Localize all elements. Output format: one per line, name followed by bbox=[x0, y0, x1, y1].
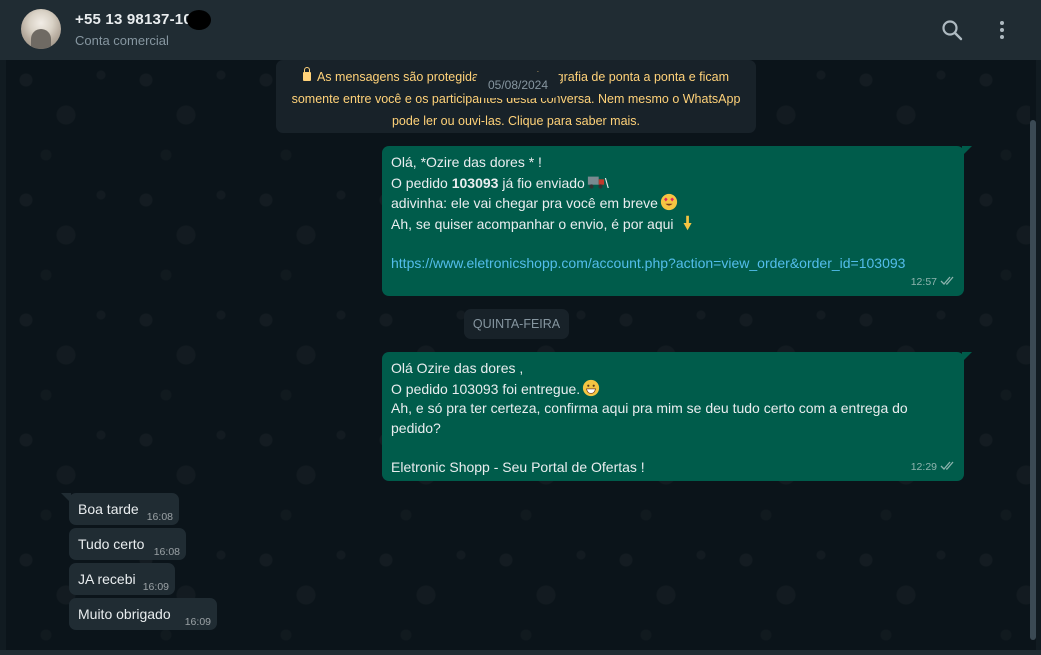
incoming-message[interactable]: Muito obrigado 16:09 bbox=[69, 598, 217, 630]
day-separator: QUINTA-FEIRA bbox=[464, 309, 569, 339]
message-line: Ah, se quiser acompanhar o envio, é por … bbox=[391, 214, 955, 235]
contact-avatar[interactable] bbox=[21, 9, 61, 49]
redaction-mark bbox=[187, 10, 211, 30]
heart-eyes-emoji-icon bbox=[660, 193, 678, 211]
message-meta: 12:29 bbox=[911, 458, 956, 478]
message-line: O pedido 103093 foi entregue. bbox=[391, 379, 955, 400]
outgoing-message[interactable]: Olá Ozire das dores , O pedido 103093 fo… bbox=[382, 352, 972, 481]
message-line: Olá, *Ozire das dores * ! bbox=[391, 154, 542, 170]
message-meta: 12:57 bbox=[911, 273, 956, 293]
message-text: Muito obrigado bbox=[78, 606, 171, 622]
incoming-message[interactable]: Tudo certo 16:08 bbox=[69, 528, 186, 560]
scrollbar[interactable] bbox=[1030, 120, 1036, 640]
grinning-emoji-icon bbox=[583, 379, 600, 396]
double-check-icon bbox=[940, 276, 954, 285]
message-text: Boa tarde bbox=[78, 501, 139, 517]
contact-name[interactable]: +55 13 98137-10 bbox=[75, 11, 192, 28]
order-link[interactable]: https://www.eletronicshopp.com/account.p… bbox=[391, 254, 955, 274]
message-line: adivinha: ele vai chegar pra você em bre… bbox=[391, 193, 955, 214]
search-icon[interactable] bbox=[940, 18, 964, 42]
date-chip: 05/08/2024 bbox=[476, 72, 560, 98]
notice-line: pode ler ou ouvi-las. Clique para saber … bbox=[391, 114, 641, 128]
right-panel-edge bbox=[1036, 60, 1041, 655]
truck-icon bbox=[587, 176, 604, 189]
incoming-message[interactable]: JA recebi 16:09 bbox=[69, 563, 175, 595]
bubble-tail bbox=[61, 493, 71, 503]
message-line: Eletronic Shopp - Seu Portal de Ofertas … bbox=[391, 458, 645, 475]
pointing-down-icon bbox=[683, 215, 693, 230]
menu-icon[interactable] bbox=[990, 18, 1014, 42]
bubble-tail bbox=[962, 146, 972, 156]
bubble-tail bbox=[962, 352, 972, 362]
double-check-icon bbox=[940, 461, 954, 470]
message-line: Ah, e só pra ter certeza, confirma aqui … bbox=[391, 400, 908, 436]
message-text: JA recebi bbox=[78, 571, 136, 587]
contact-subtitle: Conta comercial bbox=[75, 33, 169, 48]
chat-header: +55 13 98137-10 Conta comercial bbox=[0, 0, 1041, 60]
message-line: O pedido 103093 já fio enviado \ bbox=[391, 174, 609, 191]
message-line: Olá Ozire das dores , bbox=[391, 360, 524, 376]
bottom-edge bbox=[0, 650, 1041, 655]
lock-icon bbox=[302, 67, 311, 81]
outgoing-message[interactable]: Olá, *Ozire das dores * ! O pedido 10309… bbox=[382, 146, 972, 296]
message-text: Tudo certo bbox=[78, 536, 145, 552]
message-time: 16:09 bbox=[184, 616, 211, 628]
incoming-message[interactable]: Boa tarde 16:08 bbox=[61, 493, 179, 525]
